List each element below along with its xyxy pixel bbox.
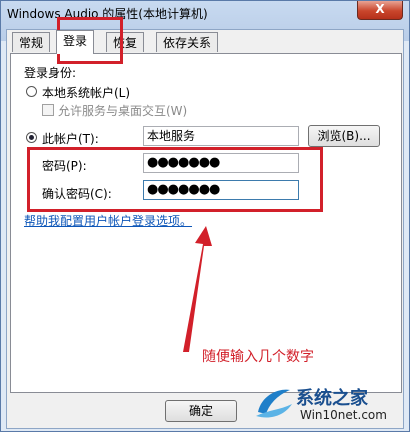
watermark-logo-icon — [256, 389, 292, 418]
watermark-url: Win10net.com — [300, 408, 387, 422]
annotation-text: 随便输入几个数字 — [202, 349, 314, 365]
arrow-shape — [183, 226, 212, 352]
tab-logon[interactable]: 登录 — [56, 30, 95, 54]
watermark-name: 系统之家 — [296, 388, 368, 409]
annotation-arrow — [183, 226, 212, 352]
